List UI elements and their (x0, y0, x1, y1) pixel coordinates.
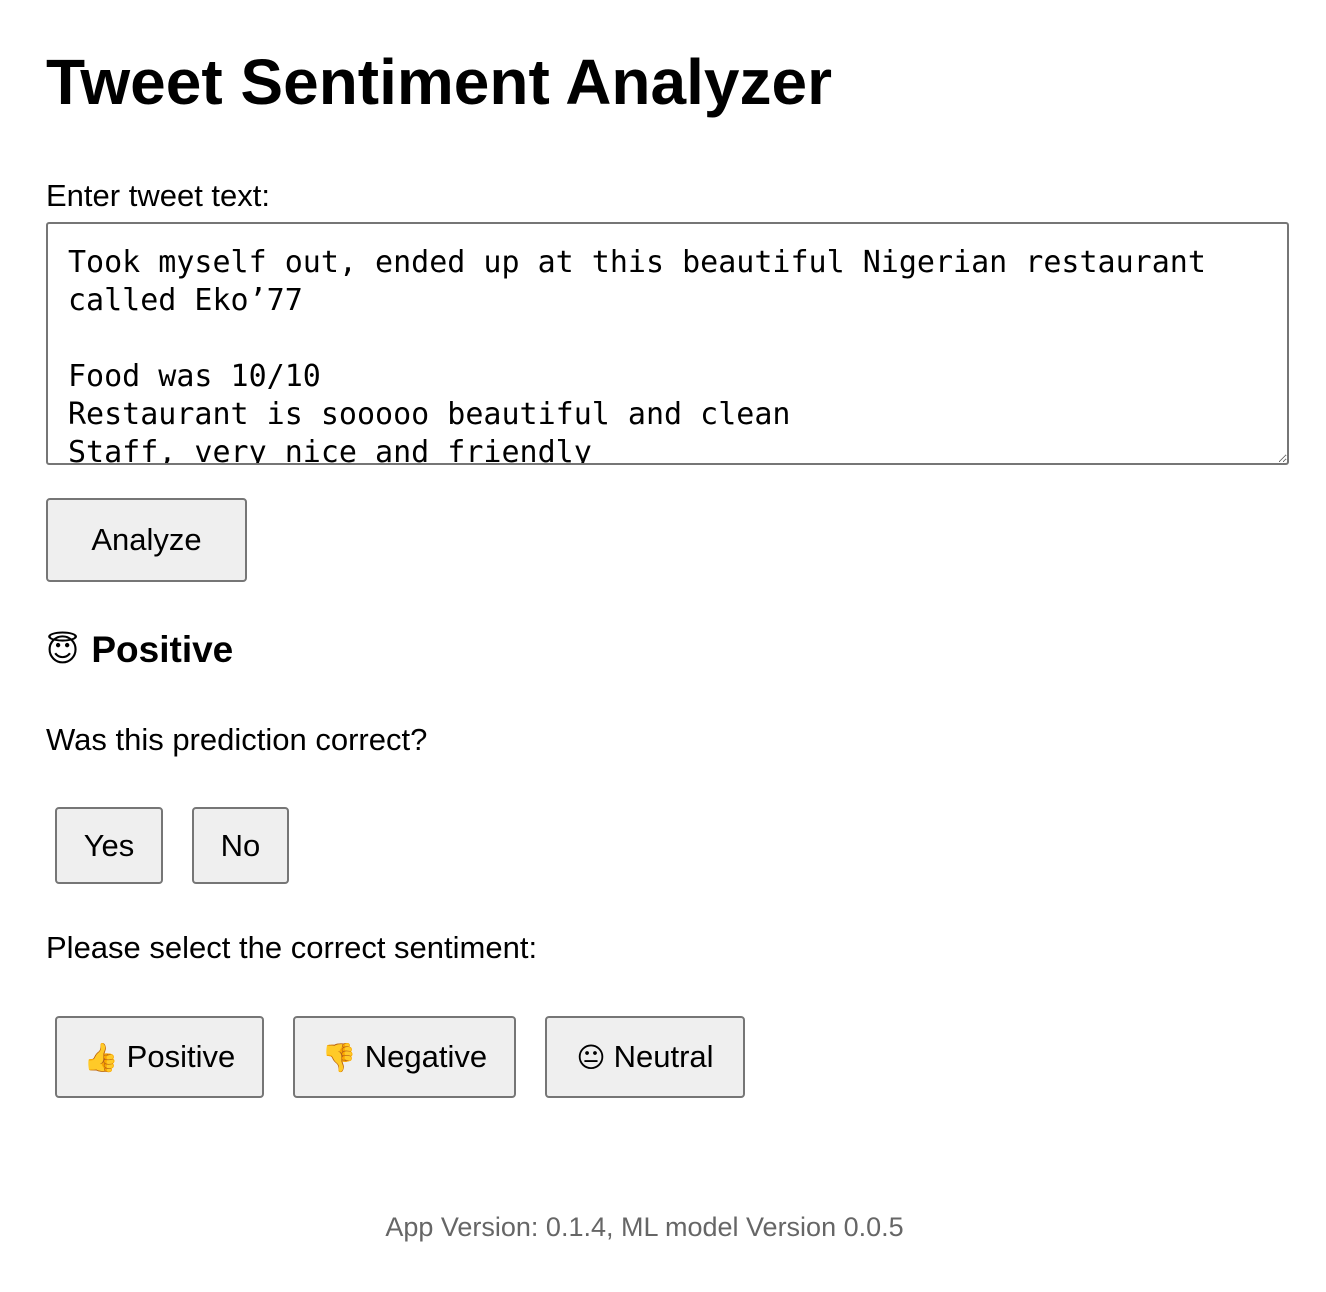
tweet-text-input[interactable]: Took myself out, ended up at this beauti… (46, 222, 1289, 465)
select-sentiment-prompt: Please select the correct sentiment: (46, 930, 538, 965)
thumbs-down-icon: 👎 (321, 1041, 357, 1073)
select-positive-button[interactable]: 👍 Positive (55, 1016, 264, 1098)
version-footer: App Version: 0.1.4, ML model Version 0.0… (385, 1212, 904, 1242)
select-neutral-label: Neutral (613, 1039, 714, 1074)
no-button[interactable]: No (192, 807, 289, 884)
analyze-button[interactable]: Analyze (46, 498, 247, 582)
feedback-question: Was this prediction correct? (46, 722, 428, 757)
tweet-input-label: Enter tweet text: (46, 178, 270, 213)
neutral-face-icon: 😐 (576, 1041, 606, 1073)
page-title: Tweet Sentiment Analyzer (46, 46, 832, 118)
sentiment-result-label: Positive (91, 629, 234, 670)
select-negative-label: Negative (364, 1039, 488, 1074)
halo-face-icon: 😇 (46, 632, 80, 668)
thumbs-up-icon: 👍 (83, 1041, 119, 1073)
sentiment-result: 😇 Positive (46, 628, 233, 672)
yes-button[interactable]: Yes (55, 807, 163, 884)
select-negative-button[interactable]: 👎 Negative (293, 1016, 516, 1098)
select-neutral-button[interactable]: 😐 Neutral (545, 1016, 745, 1098)
select-positive-label: Positive (126, 1039, 236, 1074)
